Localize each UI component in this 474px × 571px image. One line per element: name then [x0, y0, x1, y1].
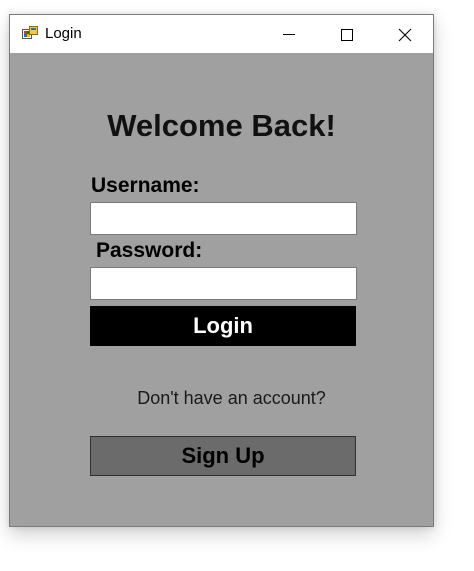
window-title: Login — [45, 25, 82, 42]
username-label: Username: — [91, 174, 200, 197]
password-input[interactable] — [90, 267, 357, 300]
login-window: Login Welcome Back! Username: Password: … — [9, 14, 434, 527]
login-button[interactable]: Login — [90, 306, 356, 346]
welcome-heading: Welcome Back! — [107, 108, 336, 143]
minimize-icon — [283, 34, 295, 35]
title-bar[interactable]: Login — [10, 15, 433, 53]
username-input[interactable] — [90, 202, 357, 235]
maximize-button[interactable] — [318, 15, 376, 53]
close-icon — [398, 28, 412, 42]
app-icon — [22, 26, 38, 42]
signup-prompt: Don't have an account? — [137, 388, 326, 408]
close-button[interactable] — [376, 15, 434, 53]
password-label: Password: — [96, 239, 203, 262]
signup-button[interactable]: Sign Up — [90, 436, 356, 476]
form-client-area: Welcome Back! Username: Password: Login … — [10, 53, 433, 526]
maximize-icon — [341, 29, 353, 41]
minimize-button[interactable] — [260, 15, 318, 53]
